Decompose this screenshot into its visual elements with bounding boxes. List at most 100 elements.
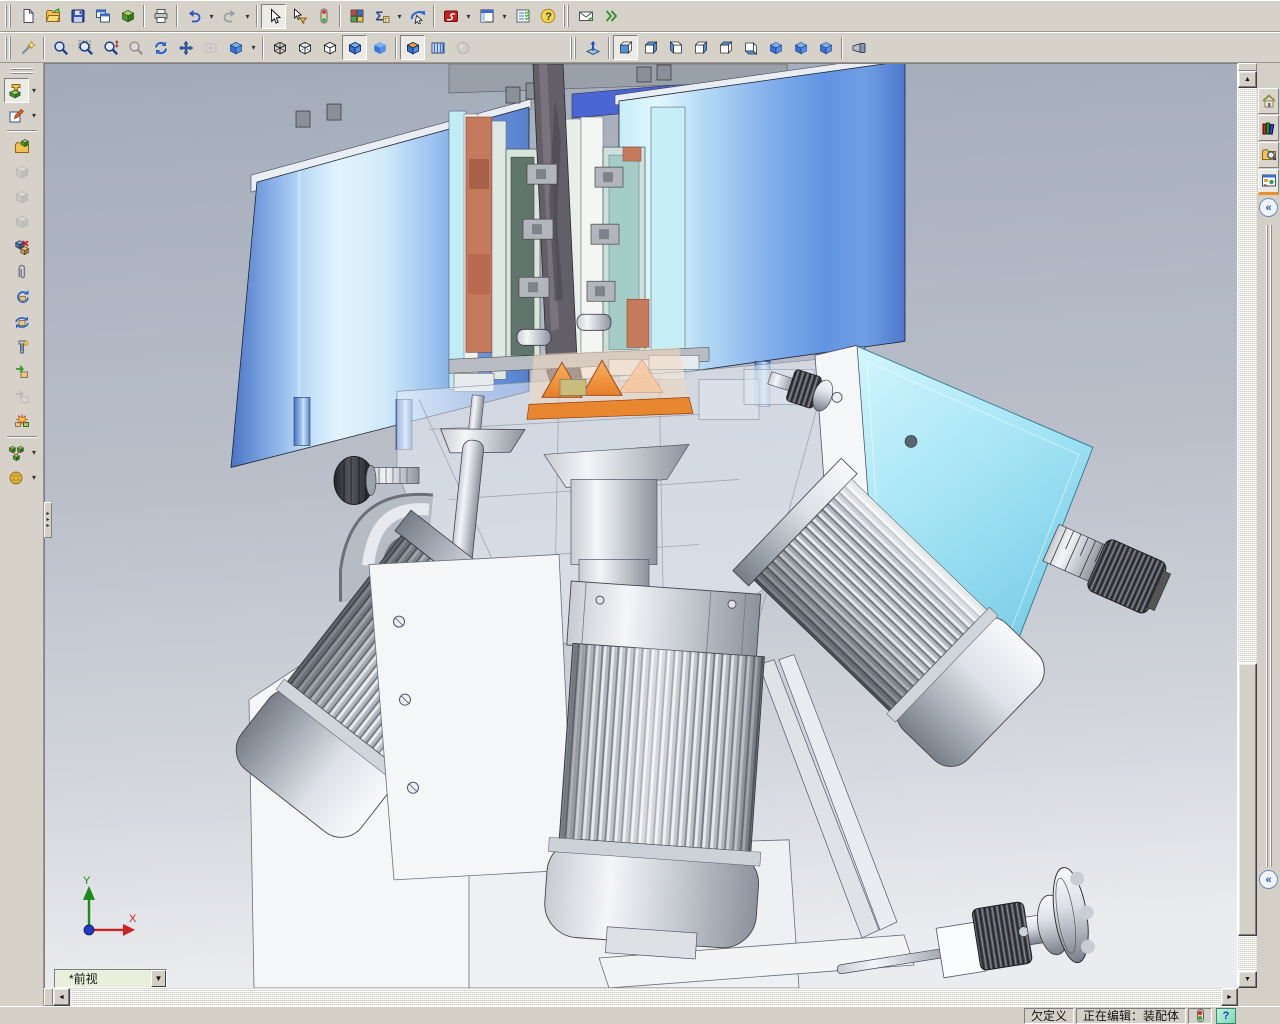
bottom-view-button[interactable]: [738, 35, 763, 60]
measure-dropdown[interactable]: ▾: [394, 4, 405, 29]
task-pane-tab-design-library[interactable]: [1258, 115, 1279, 141]
task-pane-tab-file-explorer[interactable]: [1258, 142, 1279, 168]
task-pane-tab-resources-home[interactable]: [1258, 88, 1279, 114]
task-pane-tab-custom-properties[interactable]: [1258, 169, 1279, 195]
horizontal-split-handle[interactable]: [44, 988, 53, 1006]
exploded-view-dropdown[interactable]: ▾: [29, 440, 40, 465]
redo-dropdown[interactable]: ▾: [242, 4, 253, 29]
back-view-button[interactable]: [638, 35, 663, 60]
vertical-split-handle[interactable]: [1238, 63, 1257, 71]
toolbar-grip[interactable]: [10, 68, 33, 75]
horizontal-scroll-track[interactable]: [70, 988, 1221, 1006]
pan-view-button[interactable]: [173, 35, 198, 60]
assembly-tools-dropdown[interactable]: ▾: [29, 78, 40, 103]
realview-graphics-button[interactable]: [425, 35, 450, 60]
window-layout-dropdown[interactable]: ▾: [499, 4, 510, 29]
toolbar-sep: [839, 36, 845, 59]
toolbar-grip[interactable]: [5, 5, 12, 27]
help-button[interactable]: ?: [535, 4, 560, 29]
shaded-button[interactable]: [367, 35, 392, 60]
quick-tips-field: [1188, 1007, 1212, 1024]
simulation-dropdown[interactable]: ▾: [29, 465, 40, 490]
make-drawing-from-part-button[interactable]: [90, 4, 115, 29]
toolbar-grip[interactable]: [563, 5, 570, 27]
right-view-icon: [694, 40, 707, 54]
scroll-right-button[interactable]: ►: [1221, 988, 1238, 1006]
rotate-component-icon: [14, 316, 29, 328]
hide-component-button[interactable]: [9, 234, 34, 259]
toolbar-sep: [606, 36, 612, 59]
camera-view-button[interactable]: [846, 35, 871, 60]
edit-color-button[interactable]: [344, 4, 369, 29]
select-button[interactable]: [261, 3, 286, 29]
feature-tree-splitter[interactable]: ▸ ▸ ▸: [44, 502, 52, 538]
insert-component-button[interactable]: [9, 134, 34, 159]
dimetric-view-button[interactable]: [813, 35, 838, 60]
selection-filter-toggle-button[interactable]: [311, 4, 336, 29]
zoom-in-out-button[interactable]: [98, 35, 123, 60]
attach-annotation-button[interactable]: [9, 259, 34, 284]
sketch-dropdown[interactable]: ▾: [29, 103, 40, 128]
window-layout-button[interactable]: [474, 4, 499, 29]
hidden-lines-visible-button[interactable]: [292, 35, 317, 60]
reload-component-button[interactable]: [9, 284, 34, 309]
vertical-scrollbar[interactable]: ▲ ▼: [1238, 63, 1257, 988]
normal-to-button[interactable]: [580, 35, 605, 60]
solidworks-office-button[interactable]: [438, 4, 463, 29]
move-component-button[interactable]: [9, 359, 34, 384]
smart-fasteners-button[interactable]: [9, 334, 34, 359]
section-view-button[interactable]: [400, 35, 425, 60]
collapse-task-pane-button-lower[interactable]: «: [1259, 870, 1278, 889]
zoom-to-area-button[interactable]: [73, 35, 98, 60]
standard-views-dropdown[interactable]: ▾: [248, 35, 259, 60]
task-checklist-button[interactable]: [510, 4, 535, 29]
selection-wand-button[interactable]: [15, 35, 40, 60]
exploded-view-button[interactable]: [4, 440, 29, 465]
assembly-tools-button[interactable]: [3, 78, 29, 103]
solidworks-office-dropdown[interactable]: ▾: [463, 4, 474, 29]
send-email-button[interactable]: [573, 4, 598, 29]
pointer-with-swoosh-button[interactable]: [405, 4, 430, 29]
new-document-button[interactable]: [15, 4, 40, 29]
rotate-view-button[interactable]: [148, 35, 173, 60]
isometric-view-button[interactable]: [763, 35, 788, 60]
model-canvas[interactable]: Y X *前视 ▼ ▸ ▸ ▸: [44, 64, 1237, 988]
vertical-scroll-thumb[interactable]: [1238, 663, 1257, 936]
sketch-button[interactable]: [4, 103, 29, 128]
toolbar-grip[interactable]: [570, 36, 577, 59]
measure-button[interactable]: Σ: [369, 4, 394, 29]
print-button[interactable]: [148, 4, 173, 29]
scroll-left-button[interactable]: ◄: [53, 988, 70, 1006]
view-orientation-box[interactable]: *前视 ▼: [54, 969, 167, 988]
hidden-lines-removed-button[interactable]: [317, 35, 342, 60]
right-view-button[interactable]: [688, 35, 713, 60]
collapse-task-pane-button[interactable]: «: [1259, 198, 1278, 217]
task-pane-splitter[interactable]: [1265, 225, 1272, 867]
make-assembly-from-part-button[interactable]: [115, 4, 140, 29]
standard-views-button[interactable]: [223, 35, 248, 60]
left-view-button[interactable]: [663, 35, 688, 60]
toolbar-grip[interactable]: [5, 36, 12, 59]
hyperlinks-button[interactable]: [598, 4, 623, 29]
collision-detection-button[interactable]: [9, 409, 34, 434]
vertical-scroll-track[interactable]: [1238, 88, 1257, 971]
rotate-component-button[interactable]: [9, 309, 34, 334]
print-icon: [154, 9, 167, 23]
front-view-button[interactable]: [613, 35, 638, 60]
top-view-button[interactable]: [713, 35, 738, 60]
undo-dropdown[interactable]: ▾: [206, 4, 217, 29]
simulation-button[interactable]: [4, 465, 29, 490]
horizontal-scrollbar[interactable]: ◄ ►: [44, 988, 1238, 1006]
undo-button[interactable]: [181, 4, 206, 29]
zoom-to-fit-button[interactable]: [48, 35, 73, 60]
scroll-down-button[interactable]: ▼: [1238, 971, 1257, 988]
open-document-button[interactable]: [40, 4, 65, 29]
select-filter-button[interactable]: [286, 4, 311, 29]
save-button[interactable]: [65, 4, 90, 29]
shaded-with-edges-button[interactable]: [342, 35, 367, 60]
scroll-up-button[interactable]: ▲: [1238, 71, 1257, 88]
wireframe-button[interactable]: [267, 35, 292, 60]
trimetric-view-button[interactable]: [788, 35, 813, 60]
status-help-icon[interactable]: ?: [1216, 1007, 1236, 1024]
view-orientation-dropdown[interactable]: ▼: [151, 970, 166, 987]
